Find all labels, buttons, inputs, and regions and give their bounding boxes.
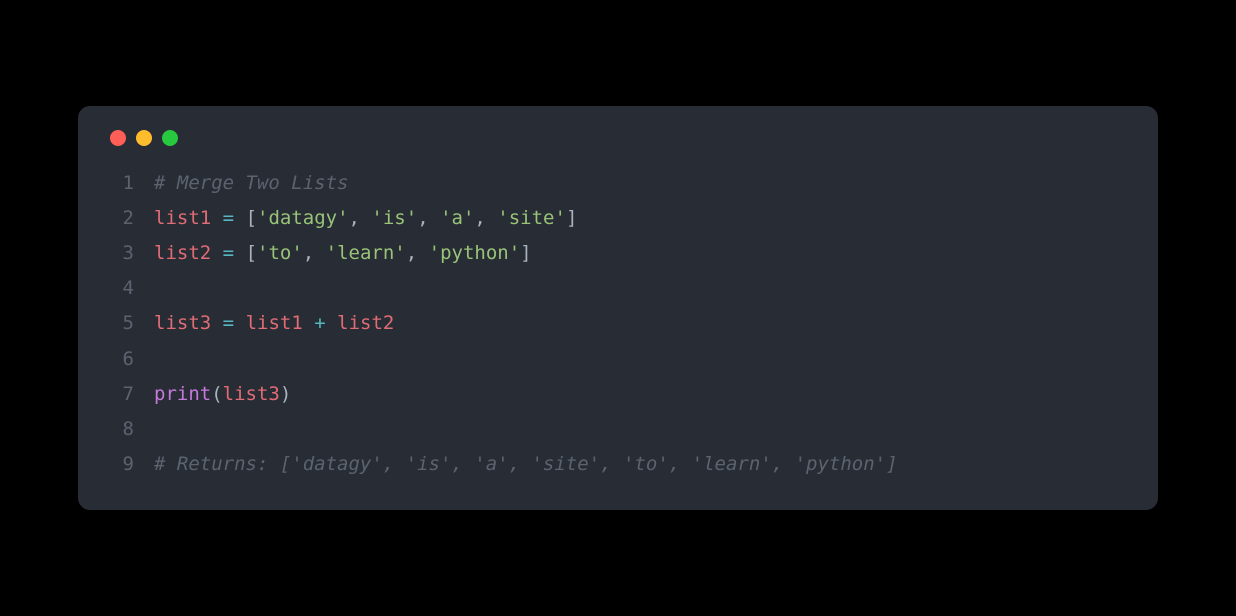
line-number: 2 (106, 201, 134, 236)
line-content: # Merge Two Lists (154, 166, 1130, 201)
line-number: 3 (106, 236, 134, 271)
code-token: # Merge Two Lists (154, 172, 348, 194)
line-content: list2 = ['to', 'learn', 'python'] (154, 236, 1130, 271)
traffic-lights (106, 130, 1130, 146)
code-token: , (406, 242, 429, 264)
code-line: 5 list3 = list1 + list2 (106, 306, 1130, 341)
code-line: 1 # Merge Two Lists (106, 166, 1130, 201)
code-token (211, 207, 222, 229)
code-token (234, 312, 245, 334)
code-token: = (223, 242, 234, 264)
code-line: 2 list1 = ['datagy', 'is', 'a', 'site'] (106, 201, 1130, 236)
line-number: 6 (106, 342, 134, 377)
code-token (211, 312, 222, 334)
code-token: list2 (154, 242, 211, 264)
line-number: 7 (106, 377, 134, 412)
code-token: ] (520, 242, 531, 264)
code-token (234, 242, 245, 264)
line-number: 5 (106, 306, 134, 341)
code-token: , (417, 207, 440, 229)
maximize-icon[interactable] (162, 130, 178, 146)
close-icon[interactable] (110, 130, 126, 146)
code-token: 'datagy' (257, 207, 349, 229)
line-content (154, 271, 1130, 306)
line-number: 1 (106, 166, 134, 201)
line-content (154, 412, 1130, 447)
code-token: 'learn' (326, 242, 406, 264)
code-token: ) (280, 383, 291, 405)
code-token: ] (566, 207, 577, 229)
code-token: 'is' (371, 207, 417, 229)
code-token: 'to' (257, 242, 303, 264)
line-content (154, 342, 1130, 377)
code-token: list3 (223, 383, 280, 405)
code-token (326, 312, 337, 334)
code-token: , (474, 207, 497, 229)
code-token (303, 312, 314, 334)
code-token: list1 (246, 312, 303, 334)
code-token: 'a' (440, 207, 474, 229)
code-token: + (314, 312, 325, 334)
code-token: # Returns: ['datagy', 'is', 'a', 'site',… (154, 453, 898, 475)
code-token: [ (246, 242, 257, 264)
code-token: = (223, 207, 234, 229)
code-token: print (154, 383, 211, 405)
code-token: list2 (337, 312, 394, 334)
code-token: = (223, 312, 234, 334)
code-line: 8 (106, 412, 1130, 447)
line-number: 9 (106, 447, 134, 482)
line-number: 4 (106, 271, 134, 306)
code-token: list3 (154, 312, 211, 334)
code-token (211, 242, 222, 264)
code-token: 'site' (497, 207, 566, 229)
code-line: 4 (106, 271, 1130, 306)
code-token: 'python' (429, 242, 521, 264)
line-content: list3 = list1 + list2 (154, 306, 1130, 341)
code-token: , (303, 242, 326, 264)
minimize-icon[interactable] (136, 130, 152, 146)
code-line: 7 print(list3) (106, 377, 1130, 412)
code-area: 1 # Merge Two Lists 2 list1 = ['datagy', 'i… (106, 166, 1130, 482)
code-line: 6 (106, 342, 1130, 377)
line-content: list1 = ['datagy', 'is', 'a', 'site'] (154, 201, 1130, 236)
code-token: , (349, 207, 372, 229)
line-content: # Returns: ['datagy', 'is', 'a', 'site',… (154, 447, 1130, 482)
line-content: print(list3) (154, 377, 1130, 412)
code-token: list1 (154, 207, 211, 229)
code-line: 3 list2 = ['to', 'learn', 'python'] (106, 236, 1130, 271)
code-window: 1 # Merge Two Lists 2 list1 = ['datagy', 'i… (78, 106, 1158, 510)
code-line: 9 # Returns: ['datagy', 'is', 'a', 'site'… (106, 447, 1130, 482)
code-token (234, 207, 245, 229)
code-token: ( (211, 383, 222, 405)
code-token: [ (246, 207, 257, 229)
line-number: 8 (106, 412, 134, 447)
